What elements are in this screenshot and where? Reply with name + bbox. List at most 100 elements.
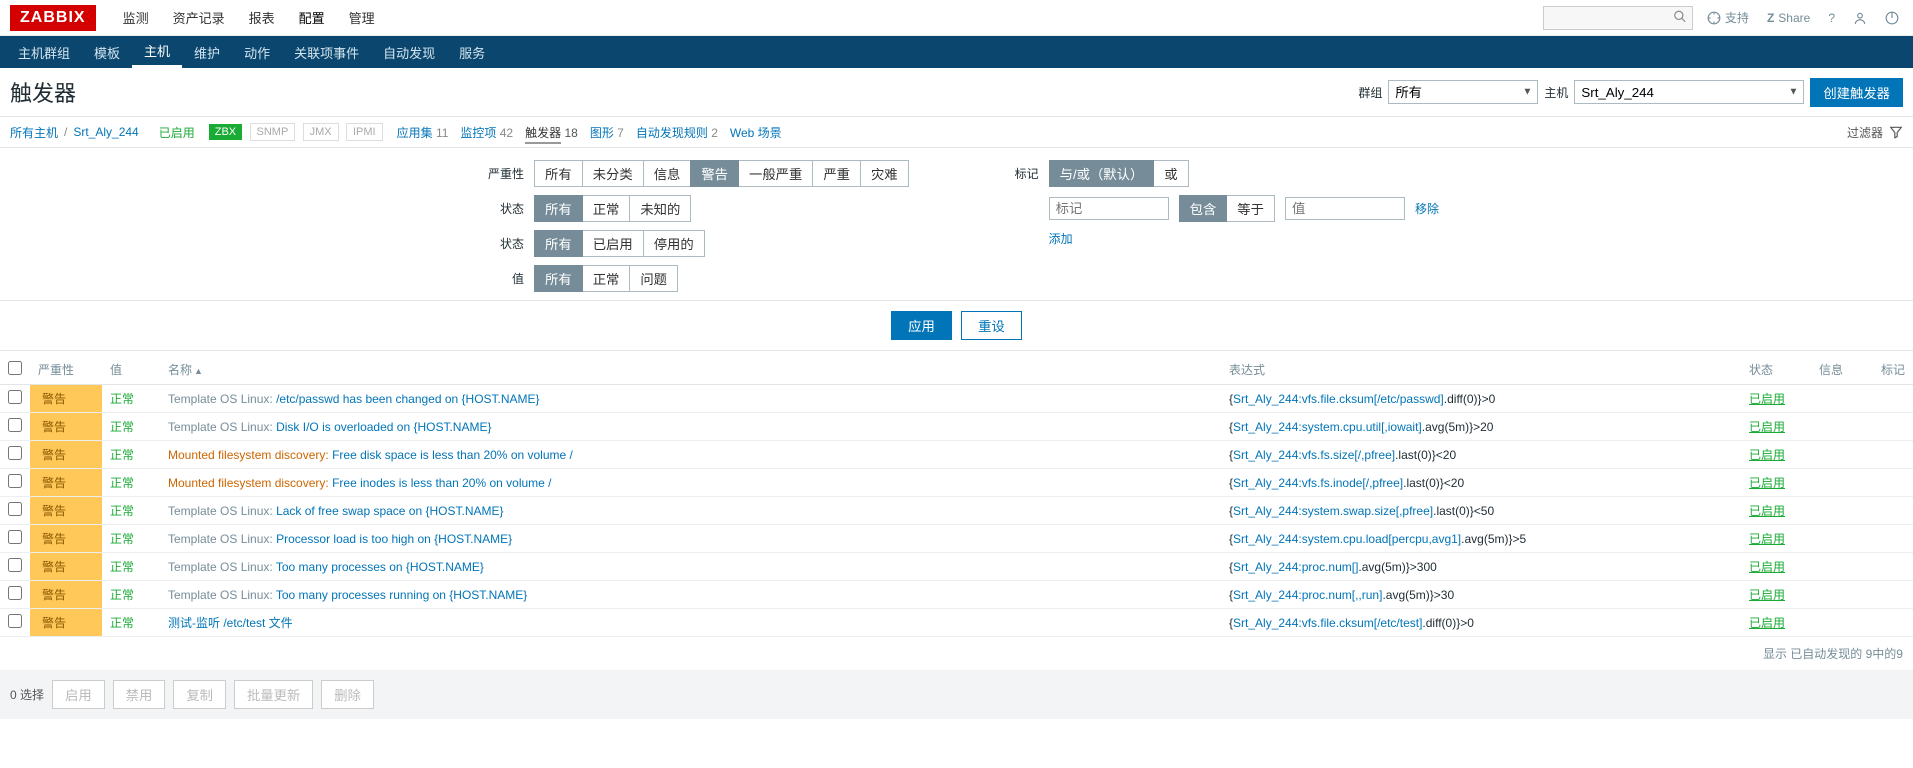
crumb-Web 场景[interactable]: Web 场景: [730, 126, 782, 140]
trigger-name-link[interactable]: Too many processes on {HOST.NAME}: [276, 560, 484, 574]
tagop-opt-等于[interactable]: 等于: [1226, 195, 1275, 222]
expression-link[interactable]: Srt_Aly_244:system.cpu.load[percpu,avg1]: [1233, 532, 1461, 546]
reset-button[interactable]: 重设: [961, 311, 1022, 340]
share-link[interactable]: ZShare: [1763, 11, 1814, 25]
state-opt-正常[interactable]: 正常: [582, 195, 631, 222]
logout-icon[interactable]: [1881, 11, 1903, 25]
delete-button[interactable]: 删除: [321, 680, 374, 709]
tagop-opt-包含[interactable]: 包含: [1179, 195, 1228, 222]
status-link[interactable]: 已启用: [1749, 532, 1785, 546]
expression-link[interactable]: Srt_Aly_244:system.swap.size[,pfree]: [1233, 504, 1433, 518]
th-status[interactable]: 状态: [1741, 355, 1811, 385]
trigger-name-link[interactable]: 测试-监听 /etc/test 文件: [168, 616, 293, 630]
tagmode-opt-或[interactable]: 或: [1153, 160, 1188, 187]
row-checkbox[interactable]: [8, 558, 22, 572]
row-checkbox[interactable]: [8, 530, 22, 544]
tagmode-opt-与/或（默认）[interactable]: 与/或（默认）: [1049, 160, 1155, 187]
status-link[interactable]: 已启用: [1749, 420, 1785, 434]
create-trigger-button[interactable]: 创建触发器: [1810, 78, 1903, 107]
th-severity[interactable]: 严重性: [30, 355, 102, 385]
subnav-动作[interactable]: 动作: [232, 36, 282, 68]
status-opt-停用的[interactable]: 停用的: [643, 230, 705, 257]
trigger-name-link[interactable]: Free inodes is less than 20% on volume /: [332, 476, 551, 490]
crumb-图形[interactable]: 图形: [590, 126, 614, 140]
top-menu-配置[interactable]: 配置: [287, 8, 337, 27]
status-link[interactable]: 已启用: [1749, 448, 1785, 462]
severity-opt-信息[interactable]: 信息: [643, 160, 692, 187]
trigger-name-link[interactable]: /etc/passwd has been changed on {HOST.NA…: [276, 392, 540, 406]
trigger-name-link[interactable]: Too many processes running on {HOST.NAME…: [276, 588, 527, 602]
apply-button[interactable]: 应用: [891, 311, 952, 340]
status-link[interactable]: 已启用: [1749, 616, 1785, 630]
row-checkbox[interactable]: [8, 474, 22, 488]
subnav-自动发现[interactable]: 自动发现: [371, 36, 447, 68]
status-opt-所有[interactable]: 所有: [534, 230, 583, 257]
expression-link[interactable]: Srt_Aly_244:proc.num[]: [1233, 560, 1358, 574]
search-icon[interactable]: [1673, 9, 1687, 26]
add-tag-link[interactable]: 添加: [1049, 230, 1073, 247]
row-checkbox[interactable]: [8, 502, 22, 516]
subnav-模板[interactable]: 模板: [82, 36, 132, 68]
severity-opt-未分类[interactable]: 未分类: [582, 160, 644, 187]
logo[interactable]: ZABBIX: [10, 5, 96, 31]
top-menu-监测[interactable]: 监测: [111, 8, 161, 27]
crumb-监控项[interactable]: 监控项: [460, 126, 496, 140]
state-opt-未知的[interactable]: 未知的: [629, 195, 691, 222]
user-icon[interactable]: [1849, 11, 1871, 25]
severity-opt-灾难[interactable]: 灾难: [860, 160, 909, 187]
disable-button[interactable]: 禁用: [113, 680, 166, 709]
top-menu-管理[interactable]: 管理: [337, 8, 387, 27]
status-link[interactable]: 已启用: [1749, 588, 1785, 602]
massupdate-button[interactable]: 批量更新: [234, 680, 313, 709]
expression-link[interactable]: Srt_Aly_244:vfs.file.cksum[/etc/test]: [1233, 616, 1422, 630]
global-search-input[interactable]: [1543, 6, 1693, 30]
row-checkbox[interactable]: [8, 418, 22, 432]
row-checkbox[interactable]: [8, 390, 22, 404]
th-name[interactable]: 名称▲: [160, 355, 1221, 385]
group-select[interactable]: 所有: [1388, 80, 1538, 104]
value-opt-正常[interactable]: 正常: [582, 265, 631, 292]
row-checkbox[interactable]: [8, 446, 22, 460]
expression-link[interactable]: Srt_Aly_244:proc.num[,,run]: [1233, 588, 1382, 602]
host-select[interactable]: Srt_Aly_244: [1574, 80, 1804, 104]
filter-toggle[interactable]: 过滤器: [1847, 124, 1903, 141]
subnav-主机[interactable]: 主机: [132, 36, 182, 68]
row-checkbox[interactable]: [8, 614, 22, 628]
trigger-name-link[interactable]: Free disk space is less than 20% on volu…: [332, 448, 573, 462]
status-opt-已启用[interactable]: 已启用: [582, 230, 644, 257]
crumb-触发器[interactable]: 触发器: [525, 126, 561, 144]
status-link[interactable]: 已启用: [1749, 392, 1785, 406]
severity-opt-所有[interactable]: 所有: [534, 160, 583, 187]
expression-link[interactable]: Srt_Aly_244:vfs.fs.inode[/,pfree]: [1233, 476, 1403, 490]
subnav-服务[interactable]: 服务: [447, 36, 497, 68]
trigger-name-link[interactable]: Lack of free swap space on {HOST.NAME}: [276, 504, 503, 518]
host-crumb-link[interactable]: Srt_Aly_244: [73, 125, 138, 139]
select-all-checkbox[interactable]: [8, 361, 22, 375]
status-link[interactable]: 已启用: [1749, 476, 1785, 490]
status-link[interactable]: 已启用: [1749, 504, 1785, 518]
status-link[interactable]: 已启用: [1749, 560, 1785, 574]
crumb-应用集[interactable]: 应用集: [397, 126, 433, 140]
trigger-name-link[interactable]: Processor load is too high on {HOST.NAME…: [276, 532, 512, 546]
value-opt-所有[interactable]: 所有: [534, 265, 583, 292]
expression-link[interactable]: Srt_Aly_244:vfs.file.cksum[/etc/passwd]: [1233, 392, 1444, 406]
enable-button[interactable]: 启用: [52, 680, 105, 709]
severity-opt-一般严重[interactable]: 一般严重: [738, 160, 813, 187]
row-checkbox[interactable]: [8, 586, 22, 600]
support-link[interactable]: 支持: [1703, 9, 1753, 26]
expression-link[interactable]: Srt_Aly_244:system.cpu.util[,iowait]: [1233, 420, 1422, 434]
top-menu-资产记录[interactable]: 资产记录: [161, 8, 237, 27]
subnav-主机群组[interactable]: 主机群组: [6, 36, 82, 68]
tag-value-input[interactable]: [1285, 197, 1405, 220]
expression-link[interactable]: Srt_Aly_244:vfs.fs.size[/,pfree]: [1233, 448, 1395, 462]
subnav-维护[interactable]: 维护: [182, 36, 232, 68]
help-icon[interactable]: ?: [1824, 11, 1839, 25]
trigger-name-link[interactable]: Disk I/O is overloaded on {HOST.NAME}: [276, 420, 491, 434]
tag-name-input[interactable]: [1049, 197, 1169, 220]
all-hosts-link[interactable]: 所有主机: [10, 124, 58, 141]
remove-tag-link[interactable]: 移除: [1415, 200, 1439, 217]
severity-opt-严重[interactable]: 严重: [812, 160, 861, 187]
state-opt-所有[interactable]: 所有: [534, 195, 583, 222]
top-menu-报表[interactable]: 报表: [237, 8, 287, 27]
value-opt-问题[interactable]: 问题: [629, 265, 678, 292]
